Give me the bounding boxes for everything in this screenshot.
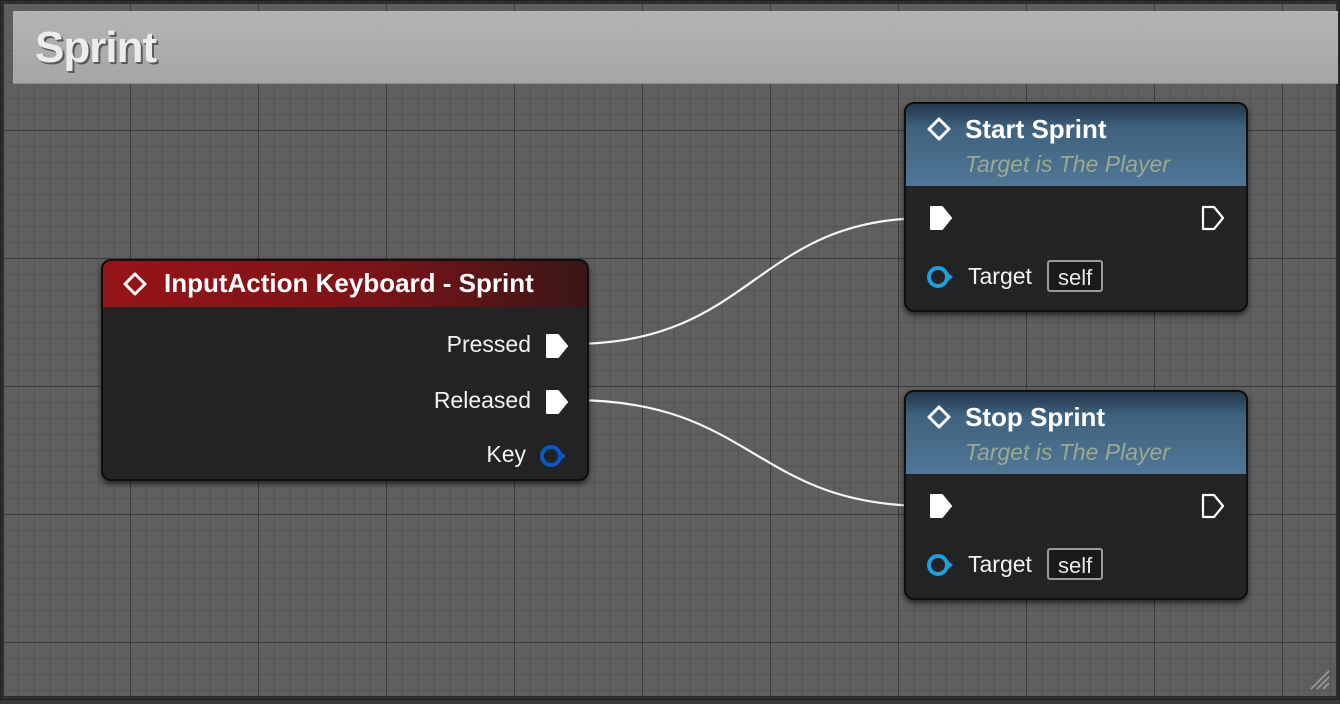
exec-out-pressed-pin[interactable] <box>544 333 570 359</box>
exec-out-pin[interactable] <box>1200 205 1226 231</box>
exec-in-pin[interactable] <box>928 493 954 519</box>
node-subtitle: Target is The Player <box>965 151 1170 177</box>
start-sprint-node-header[interactable]: Start Sprint Target is The Player <box>906 104 1246 186</box>
node-subtitle: Target is The Player <box>965 439 1170 465</box>
exec-out-released-pin[interactable] <box>544 389 570 415</box>
exec-in-pin[interactable] <box>928 205 954 231</box>
start-sprint-node[interactable]: Start Sprint Target is The Player Target… <box>904 102 1248 312</box>
resize-grip-icon[interactable] <box>1308 668 1330 690</box>
wire-released-to-stop-sprint[interactable] <box>571 398 929 508</box>
pin-label-target: Target <box>968 263 1032 289</box>
object-pin-target[interactable] <box>926 552 958 578</box>
input-action-node[interactable]: InputAction Keyboard - Sprint Pressed Re… <box>101 259 589 481</box>
pin-label-pressed: Pressed <box>446 331 531 357</box>
node-title: InputAction Keyboard - Sprint <box>164 268 534 298</box>
stop-sprint-node[interactable]: Stop Sprint Target is The Player Target … <box>904 390 1248 600</box>
target-default-value-field[interactable]: self <box>1047 548 1104 580</box>
exec-out-pin[interactable] <box>1200 493 1226 519</box>
object-pin-target[interactable] <box>926 264 958 290</box>
pin-label-target: Target <box>968 551 1032 577</box>
diamond-function-icon <box>123 272 147 296</box>
target-default-value-field[interactable]: self <box>1047 260 1104 292</box>
diamond-function-icon <box>927 405 951 429</box>
blueprint-graph-canvas[interactable]: Sprint InputAction Keyboard - Sprint Pre… <box>0 0 1340 700</box>
node-title: Stop Sprint <box>965 402 1106 432</box>
node-title: Start Sprint <box>965 114 1107 144</box>
wire-pressed-to-start-sprint[interactable] <box>571 216 929 346</box>
pin-label-key: Key <box>486 441 526 467</box>
input-action-node-header[interactable]: InputAction Keyboard - Sprint <box>103 261 587 307</box>
pin-label-released: Released <box>433 387 531 413</box>
diamond-function-icon <box>927 117 951 141</box>
struct-pin-key[interactable] <box>539 443 569 469</box>
stop-sprint-node-header[interactable]: Stop Sprint Target is The Player <box>906 392 1246 474</box>
